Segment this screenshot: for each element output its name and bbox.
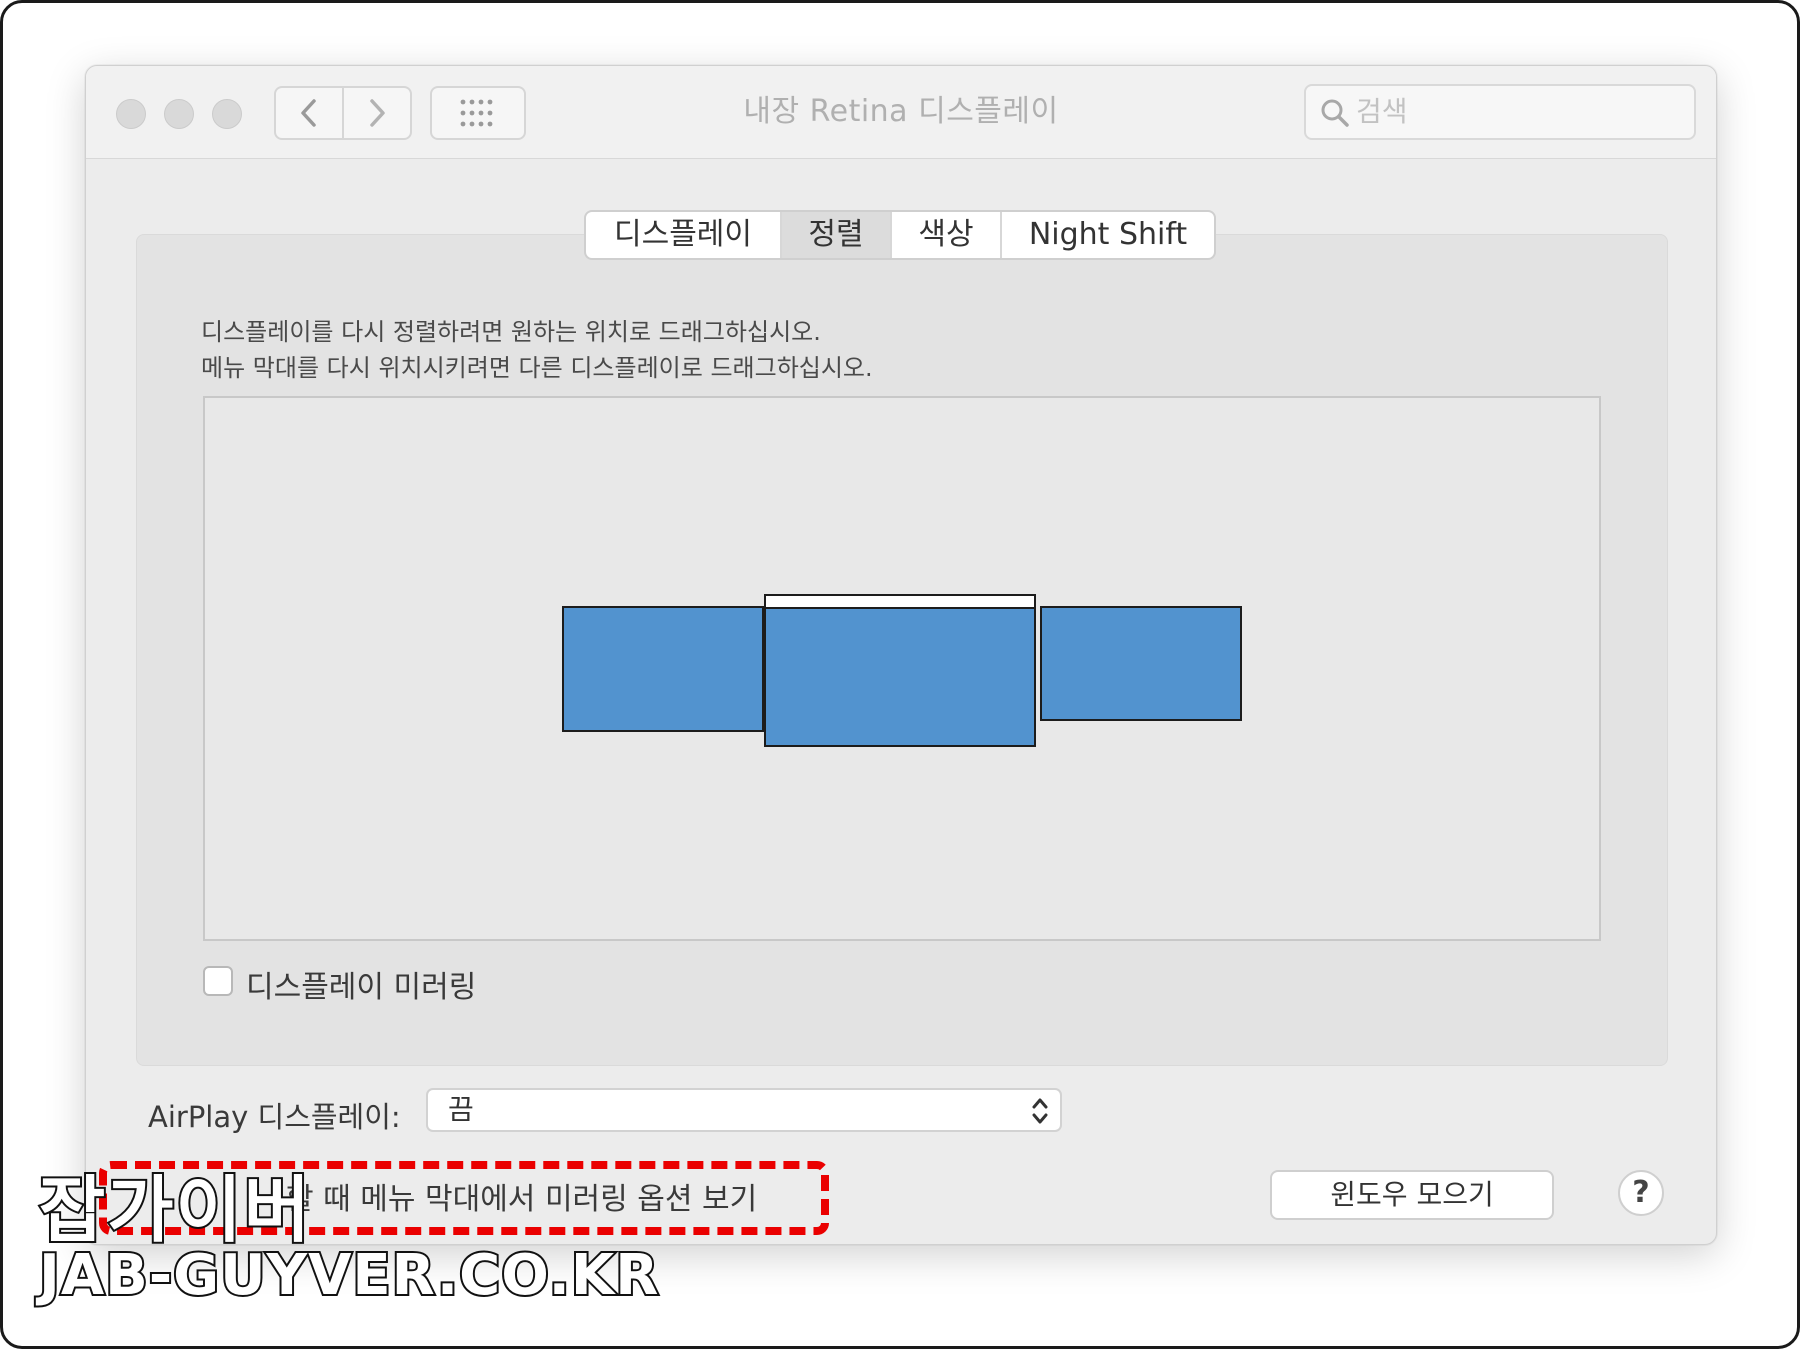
- display-arrangement-area: [203, 396, 1601, 941]
- airplay-select-value: 끔: [448, 1093, 474, 1126]
- magnifier-icon: [1321, 99, 1349, 127]
- help-button[interactable]: ?: [1618, 1170, 1664, 1216]
- airplay-select[interactable]: 끔: [426, 1088, 1062, 1132]
- tab-bar: 디스플레이 정렬 색상 Night Shift: [584, 210, 1216, 260]
- gather-windows-button[interactable]: 윈도우 모으기: [1270, 1170, 1554, 1220]
- tab-night-shift[interactable]: Night Shift: [1002, 212, 1214, 258]
- screenshot-frame: 내장 Retina 디스플레이 검색 디스플레이 정렬 색상 Night Shi…: [0, 0, 1800, 1349]
- tab-display[interactable]: 디스플레이: [586, 212, 782, 258]
- mirroring-checkbox[interactable]: [203, 966, 233, 996]
- watermark-name: 잡가이버: [37, 1166, 312, 1254]
- tab-color[interactable]: 색상: [892, 212, 1002, 258]
- search-placeholder: 검색: [1356, 95, 1408, 128]
- display-left[interactable]: [562, 606, 764, 732]
- display-right[interactable]: [1040, 606, 1242, 721]
- watermark-url: JAB-GUYVER.CO.KR: [37, 1241, 660, 1310]
- up-down-chevron-icon: [1032, 1098, 1048, 1124]
- tab-arrangement[interactable]: 정렬: [782, 212, 892, 258]
- instruction-line-1: 디스플레이를 다시 정렬하려면 원하는 위치로 드래그하십시오.: [201, 318, 821, 346]
- system-preferences-window: 내장 Retina 디스플레이 검색 디스플레이 정렬 색상 Night Shi…: [85, 65, 1717, 1245]
- search-field[interactable]: 검색: [1304, 84, 1696, 140]
- menu-bar-indicator[interactable]: [766, 596, 1034, 609]
- display-main[interactable]: [764, 594, 1036, 747]
- instruction-line-2: 메뉴 막대를 다시 위치시키려면 다른 디스플레이로 드래그하십시오.: [201, 354, 873, 382]
- airplay-label: AirPlay 디스플레이:: [148, 1100, 401, 1134]
- title-bar: 내장 Retina 디스플레이 검색: [86, 66, 1716, 159]
- mirroring-label: 디스플레이 미러링: [246, 970, 477, 1005]
